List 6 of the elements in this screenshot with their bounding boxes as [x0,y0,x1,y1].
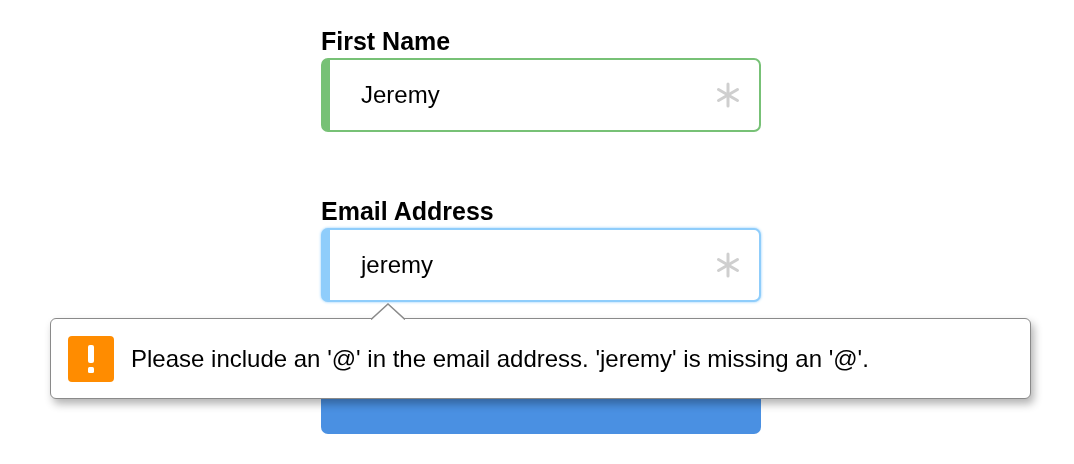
warning-icon [68,335,114,382]
text-field[interactable]: Jeremy [321,58,761,132]
text-field[interactable]: jeremy [321,228,761,302]
field-label: Email Address [321,196,495,226]
field-label: First Name [321,26,452,56]
tooltip-message: Please include an '@' in the email address. 'jeremy' is missing an '@'. [131,343,869,374]
